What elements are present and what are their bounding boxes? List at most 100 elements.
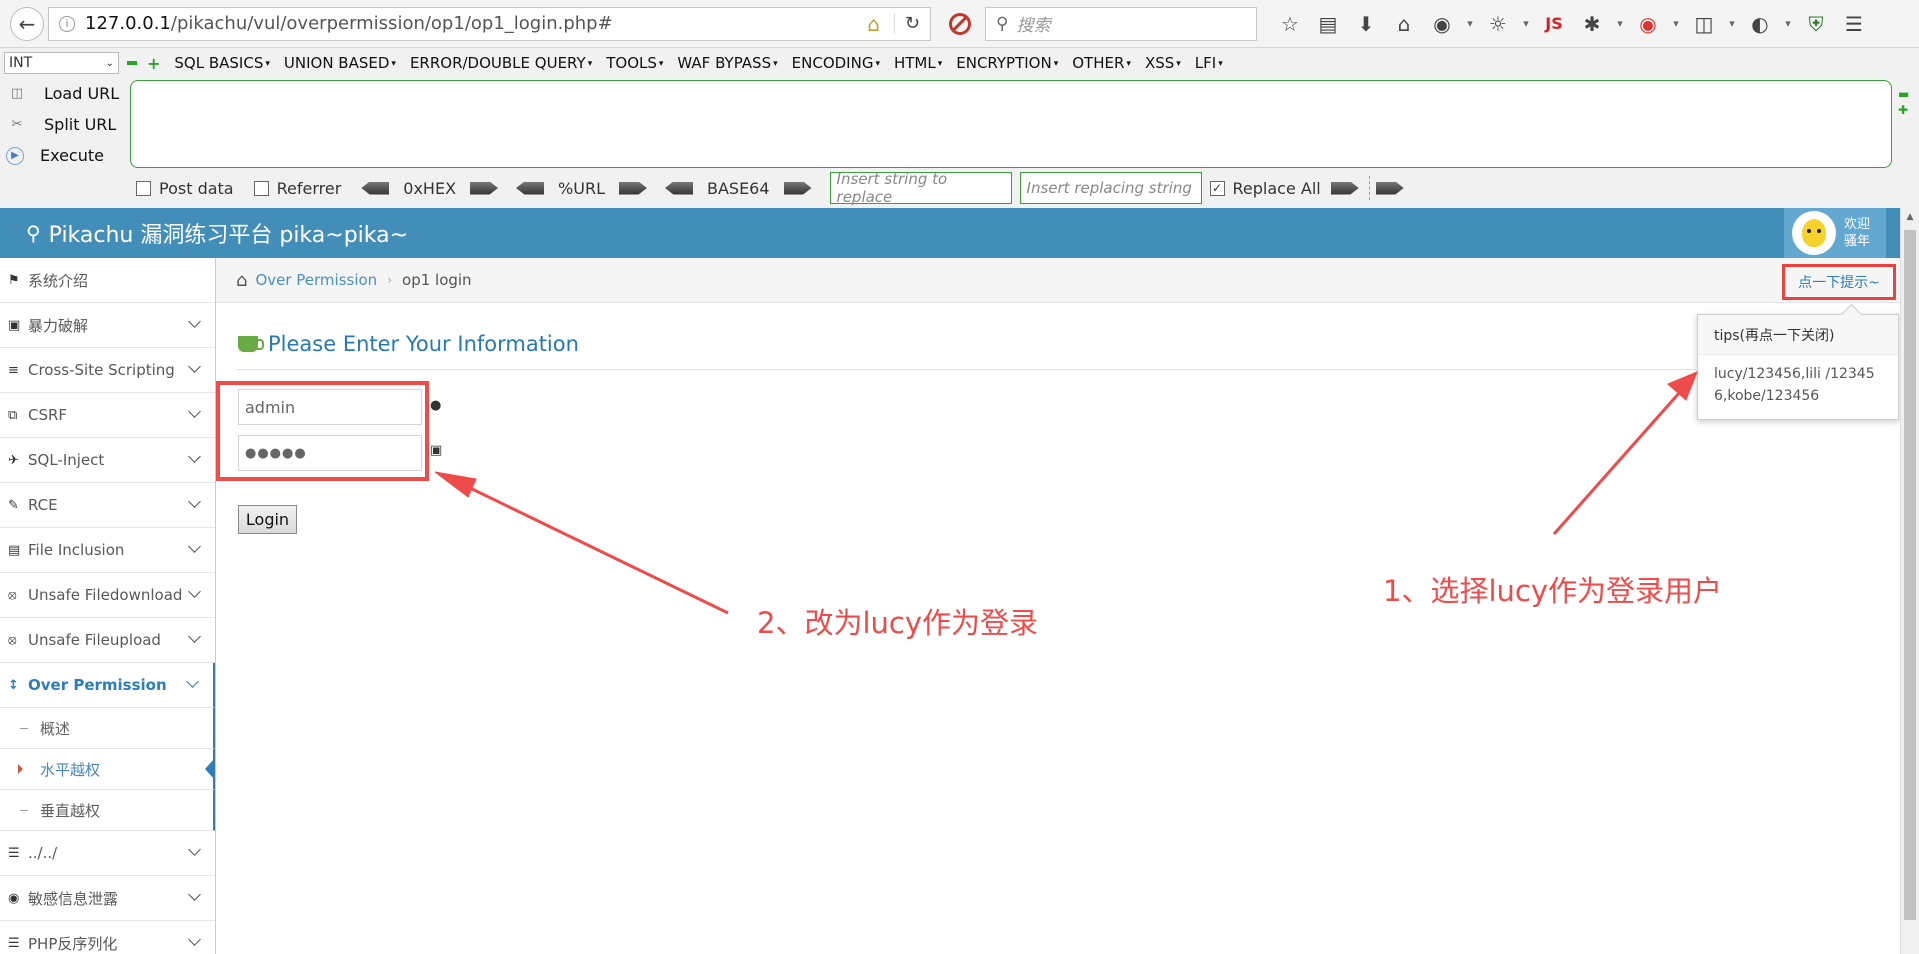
minus-icon[interactable] (127, 61, 137, 65)
sidebar-item-dir-traversal[interactable]: ☰ ../../ (0, 831, 215, 876)
menu-xss[interactable]: XSS ▾ (1145, 54, 1181, 72)
sidebar-item-php-unserialize[interactable]: ☰ PHP反序列化 (0, 921, 215, 954)
menu-other[interactable]: OTHER ▾ (1072, 54, 1131, 72)
reload-icon[interactable]: ↻ (893, 13, 920, 34)
translate-icon[interactable]: ◐ (1741, 12, 1779, 36)
info-icon[interactable]: i (59, 15, 75, 32)
decode-arrow-right-icon[interactable] (783, 181, 812, 195)
menu-union-based[interactable]: UNION BASED ▾ (284, 54, 396, 72)
sidebar-subitem-overview[interactable]: 概述 (0, 708, 215, 749)
load-url-button[interactable]: ◫ Load URL (6, 78, 126, 109)
sidebar-item-rce[interactable]: ✎ RCE (0, 483, 215, 528)
hex-encoder: 0xHEX (361, 179, 499, 198)
dropdown-icon[interactable]: ▾ (1461, 17, 1479, 30)
search-input[interactable]: ⚲ 搜索 (985, 6, 1257, 41)
replace-all-checkbox[interactable]: ✓ Replace All (1209, 179, 1321, 198)
decode-arrow-right-icon[interactable] (618, 181, 647, 195)
checkbox-checked[interactable]: ✓ (1209, 180, 1225, 196)
referrer-checkbox[interactable]: Referrer (253, 179, 341, 198)
execute-button[interactable]: ▶ Execute (6, 140, 126, 171)
palette-icon[interactable]: ☼ (1479, 12, 1517, 36)
shield-icon[interactable]: ⛨ (1797, 12, 1835, 36)
dropdown-icon[interactable]: ▾ (1667, 17, 1685, 30)
dropdown-icon[interactable]: ▾ (1611, 17, 1629, 30)
username-field[interactable]: admin (238, 389, 422, 425)
checkbox-unchecked[interactable] (253, 180, 269, 196)
menu-html[interactable]: HTML ▾ (894, 54, 942, 72)
menu-encryption[interactable]: ENCRYPTION ▾ (956, 54, 1058, 72)
menu-encoding[interactable]: ENCODING ▾ (792, 54, 880, 72)
reading-list-icon[interactable]: ▤ (1309, 12, 1347, 36)
sidebar-item-fileupload[interactable]: ⦻ Unsafe Fileupload (0, 618, 215, 663)
dropdown-icon[interactable]: ▾ (1517, 17, 1535, 30)
dropdown-icon[interactable]: ▾ (1779, 17, 1797, 30)
scrollbar-thumb[interactable] (1904, 230, 1916, 920)
sidebar-item-bruteforce[interactable]: ▣ 暴力破解 (0, 303, 215, 348)
arrow-to-login (434, 471, 729, 615)
post-data-checkbox[interactable]: Post data (136, 179, 234, 198)
login-button[interactable]: Login (238, 505, 297, 534)
home-icon[interactable]: ⌂ (236, 270, 247, 291)
replace-arrow-icon[interactable] (1375, 181, 1404, 195)
decode-arrow-right-icon[interactable] (470, 181, 499, 195)
hackbar-url-textarea[interactable] (130, 80, 1892, 168)
clipboard-icon[interactable]: ◫ (1685, 12, 1723, 36)
bug-icon[interactable]: ✱ (1573, 12, 1611, 36)
sidebar-item-info-leak[interactable]: ◉ 敏感信息泄露 (0, 876, 215, 921)
menu-lfi[interactable]: LFI ▾ (1195, 54, 1223, 72)
plus-icon[interactable]: + (147, 54, 160, 73)
password-field[interactable]: ●●●●● (238, 435, 422, 471)
download-icon: ⦻ (8, 587, 17, 603)
breadcrumb-parent-link[interactable]: Over Permission (255, 271, 377, 289)
replace-arrow-icon[interactable] (1330, 181, 1359, 195)
plus-icon[interactable]: ✚ (1898, 102, 1909, 118)
scroll-up-icon[interactable]: ▲ (1901, 208, 1919, 226)
encode-arrow-left-icon[interactable] (516, 181, 545, 195)
encode-arrow-left-icon[interactable] (361, 181, 390, 195)
globe-icon[interactable]: ◉ (1423, 12, 1461, 36)
eye-icon[interactable]: ◉ (1629, 12, 1667, 36)
sidebar-item-xss[interactable]: ≡ Cross-Site Scripting (0, 348, 215, 393)
execute-label: Execute (40, 146, 104, 165)
address-bar[interactable]: i 127.0.0.1/pikachu/vul/overpermission/o… (48, 6, 931, 41)
back-arrow-icon[interactable]: ← (10, 6, 44, 41)
dropdown-icon[interactable]: ▾ (1723, 17, 1741, 30)
user-menu[interactable]: 欢迎 骚年 (1784, 208, 1886, 258)
chevron-down-icon (186, 675, 199, 688)
hackbar-menu: INT ⌄ + SQL BASICS ▾ UNION BASED ▾ ERROR/D… (0, 52, 1223, 74)
hackbar: INT ⌄ + SQL BASICS ▾ UNION BASED ▾ ERROR/D… (0, 48, 1919, 208)
site-brand-label: Pikachu 漏洞练习平台 pika~pika~ (48, 223, 409, 248)
encode-arrow-left-icon[interactable] (664, 181, 693, 195)
noscript-icon[interactable] (949, 12, 971, 35)
sidebar-item-over-permission[interactable]: ↕ Over Permission (0, 663, 215, 708)
replacing-string-input[interactable]: Insert replacing string (1019, 172, 1202, 204)
sidebar-subitem-horizontal[interactable]: 水平越权 (0, 749, 215, 790)
replace-string-input[interactable]: Insert string to replace (829, 170, 1012, 206)
js-toggle-icon[interactable]: JS (1535, 14, 1573, 33)
minus-icon[interactable]: ▬ (1898, 86, 1909, 102)
menu-error-double-query[interactable]: ERROR/DOUBLE QUERY ▾ (410, 54, 592, 72)
menu-tools[interactable]: TOOLS ▾ (606, 54, 663, 72)
menu-waf-bypass[interactable]: WAF BYPASS ▾ (677, 54, 777, 72)
sidebar-subitem-vertical[interactable]: 垂直越权 (0, 790, 215, 831)
hint-button[interactable]: 点一下提示~ (1782, 264, 1896, 300)
sidebar-item-filedownload[interactable]: ⦻ Unsafe Filedownload (0, 573, 215, 618)
sidebar-item-csrf[interactable]: ⧉ CSRF (0, 393, 215, 438)
split-url-button[interactable]: ✂ Split URL (6, 109, 126, 140)
site-brand[interactable]: ⚲ Pikachu 漏洞练习平台 pika~pika~ (26, 217, 408, 249)
menu-sql-basics[interactable]: SQL BASICS ▾ (174, 54, 269, 72)
coffee-icon (238, 336, 264, 352)
download-icon[interactable]: ⬇ (1347, 12, 1385, 36)
file-icon: ▤ (8, 542, 21, 558)
tips-popover[interactable]: tips(再点一下关闭) lucy/123456,lili /123456,ko… (1697, 314, 1899, 420)
home-icon[interactable]: ⌂ (1385, 12, 1423, 36)
menu-icon[interactable]: ☰ (1835, 12, 1873, 36)
sidebar-item-sqli[interactable]: ✈ SQL-Inject (0, 438, 215, 483)
sidebar-item-intro[interactable]: ⚑ 系统介绍 (0, 258, 215, 303)
bookmark-star-icon[interactable]: ☆ (1271, 12, 1309, 36)
vertical-scrollbar[interactable]: ▲ (1900, 208, 1919, 954)
type-select[interactable]: INT ⌄ (4, 52, 119, 74)
sidebar-item-file-inclusion[interactable]: ▤ File Inclusion (0, 528, 215, 573)
checkbox-unchecked[interactable] (136, 180, 151, 196)
home-icon[interactable]: ⌂ (867, 12, 880, 36)
